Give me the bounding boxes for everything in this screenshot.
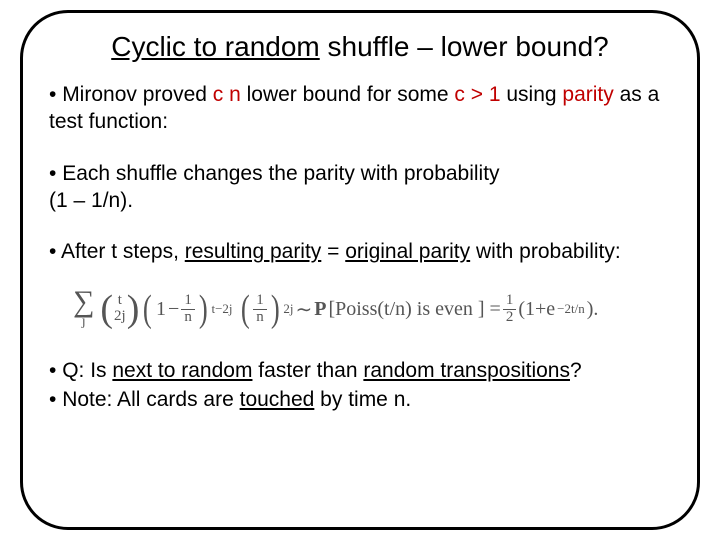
bullet-marker: • (49, 359, 62, 382)
binom-bot: 2j (114, 309, 126, 325)
text: lower bound for some (241, 83, 455, 106)
frac-num: 1 (181, 293, 195, 310)
random-transpositions: random transpositions (363, 359, 570, 382)
next-to-random: next to random (112, 359, 252, 382)
text: ? (570, 359, 582, 382)
frac-num: 1 (253, 293, 267, 310)
text: with probability: (470, 240, 621, 263)
prob-P: P (314, 298, 326, 321)
text: Mironov proved (62, 83, 213, 106)
bullet-4: • Q: Is next to random faster than rando… (49, 357, 671, 384)
title-rest: shuffle – lower bound? (320, 31, 609, 62)
title-underlined: Cyclic to random (111, 31, 320, 62)
text: Note: All cards are (62, 388, 239, 411)
rparen-icon: ) (271, 294, 280, 324)
binomial: ( t 2j ) (100, 293, 139, 325)
text: using (501, 83, 563, 106)
lparen-icon: ( (100, 294, 113, 324)
text: Each shuffle changes the parity with pro… (62, 162, 499, 185)
frac-num: 1 (503, 293, 517, 310)
bottom-block: • Q: Is next to random faster than rando… (49, 357, 671, 414)
text: After t steps, (61, 240, 185, 263)
sim: ∼ (295, 297, 312, 322)
bullet-marker: • (49, 83, 62, 106)
one: 1 (156, 298, 166, 321)
bullet-marker: • (49, 388, 62, 411)
text: by time n. (314, 388, 411, 411)
sigma-icon: ∑ (73, 289, 94, 315)
text: = (321, 240, 345, 263)
fraction-half: 1 2 (503, 293, 517, 326)
bullet-5: • Note: All cards are touched by time n. (49, 386, 671, 413)
bullet-3: • After t steps, resulting parity = orig… (49, 238, 671, 265)
slide-title: Cyclic to random shuffle – lower bound? (49, 31, 671, 63)
bullet-2: • Each shuffle changes the parity with p… (49, 160, 671, 215)
fraction-1-n: 1 n (181, 293, 195, 326)
frac-den: n (253, 310, 267, 326)
sum-sub: j (82, 315, 86, 329)
fraction-1-n-b: 1 n (253, 293, 267, 326)
frac-den: 2 (503, 310, 517, 326)
bullet-1: • Mironov proved c n lower bound for som… (49, 81, 671, 136)
touched: touched (240, 388, 315, 411)
close-paren: ). (587, 298, 599, 321)
frac-den: n (181, 310, 195, 326)
red-c-gt-1: c > 1 (454, 83, 500, 106)
text: Q: Is (62, 359, 112, 382)
slide-card: Cyclic to random shuffle – lower bound? … (20, 10, 700, 530)
sum-symbol: ∑ j (73, 289, 94, 329)
minus: − (168, 298, 179, 321)
formula: ∑ j ( t 2j ) ( 1 − 1 n ) t−2j ( 1 n ) 2j… (73, 289, 671, 329)
bullet-marker: • (49, 240, 61, 263)
rparen-icon: ) (199, 294, 208, 324)
binom-top: t (118, 293, 122, 309)
original-parity: original parity (345, 240, 470, 263)
open-paren-exp: (1+e (518, 298, 555, 321)
bullet-marker: • (49, 162, 62, 185)
text: (1 – 1/n). (49, 189, 133, 212)
lparen-icon: ( (240, 294, 249, 324)
lparen-icon: ( (143, 294, 152, 324)
resulting-parity: resulting parity (185, 240, 322, 263)
text: faster than (252, 359, 363, 382)
prob-text: [Poiss(t/n) is even ] = (328, 298, 500, 321)
red-c-n: c n (213, 83, 241, 106)
rparen-icon: ) (127, 294, 140, 324)
red-parity: parity (562, 83, 613, 106)
